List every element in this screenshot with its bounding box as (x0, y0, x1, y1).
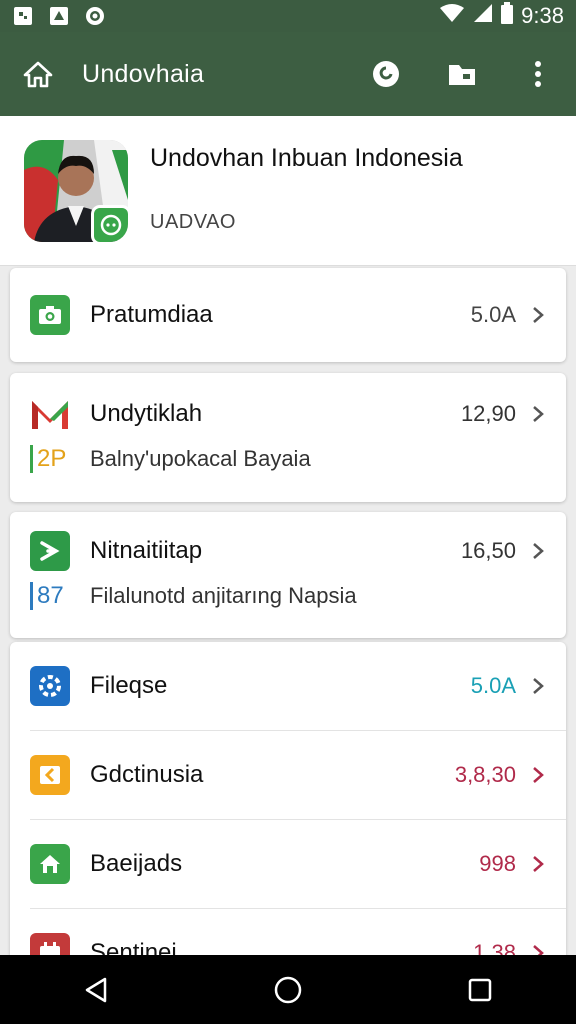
list-item[interactable]: Nitnaitiitap 16,50 (10, 512, 566, 590)
list-card: Pratumdiaa 5.0A (10, 268, 566, 362)
camera-icon (30, 295, 70, 335)
chevron-right-icon (532, 305, 546, 325)
item-value: 12,90 (460, 401, 516, 426)
upload-icon (48, 5, 70, 27)
chevron-right-icon (532, 541, 546, 561)
profile-subtitle: UADVAO (150, 211, 236, 233)
system-nav-bar (0, 955, 576, 1024)
chat-icon[interactable] (370, 58, 402, 90)
item-value: 3,8,30 (454, 762, 516, 787)
list-item-detail: 87 Filalunotd anjitarıng Napsia (10, 582, 566, 628)
app-bar: Undovhaia (0, 32, 576, 116)
chevron-right-icon (532, 404, 546, 424)
list-item[interactable]: Baeijads 998 (10, 820, 566, 908)
target-icon (84, 5, 106, 27)
chevron-right-icon (532, 765, 546, 785)
status-time: 9:38 (521, 3, 564, 28)
folder-icon[interactable] (446, 58, 478, 90)
item-description: Filalunotd anjitarıng Napsia (90, 583, 357, 608)
list-item[interactable]: Pratumdiaa 5.0A (10, 268, 566, 362)
item-description: Balny'upokacal Bayaia (90, 446, 311, 471)
avatar[interactable] (24, 140, 128, 242)
status-bar: 9:38 (0, 0, 576, 32)
item-value: 5.0A (470, 673, 516, 698)
item-label: Baeijads (90, 850, 183, 877)
list-card: Fileqse 5.0A Gdctinusia 3,8,30 Baeijads … (10, 642, 566, 973)
settings-icon (30, 666, 70, 706)
profile-header: Undovhan Inbuan Indonesia UADVAO (0, 116, 576, 266)
gmail-icon (30, 394, 70, 434)
chat-badge-icon (91, 205, 128, 242)
item-label: Fileqse (90, 672, 168, 699)
share-icon (30, 531, 70, 571)
item-label: Pratumdiaa (90, 301, 213, 328)
item-value: 5.0A (470, 302, 516, 327)
recents-icon[interactable] (456, 966, 504, 1014)
battery-icon (501, 2, 514, 30)
list-item-detail: 2P Balny'upokacal Bayaia (10, 445, 566, 491)
wifi-icon (439, 3, 465, 29)
back-icon[interactable] (72, 966, 120, 1014)
notification-icon (12, 5, 34, 27)
item-code: 87 (30, 582, 70, 610)
chevron-right-icon (532, 676, 546, 696)
home-circle-icon[interactable] (264, 966, 312, 1014)
more-options-icon[interactable] (522, 58, 554, 90)
item-label: Gdctinusia (90, 761, 204, 788)
item-code: 2P (30, 445, 70, 473)
item-label: Nitnaitiitap (90, 537, 203, 564)
list-card: Undytiklah 12,90 2P Balny'upokacal Bayai… (10, 373, 566, 502)
list-card: Nitnaitiitap 16,50 87 Filalunotd anjitar… (10, 512, 566, 638)
signal-icon (473, 3, 493, 29)
list-item[interactable]: Undytiklah 12,90 (10, 373, 566, 455)
item-value: 16,50 (460, 538, 516, 563)
profile-name: Undovhan Inbuan Indonesia (150, 144, 463, 172)
home-icon (30, 844, 70, 884)
list-item[interactable]: Gdctinusia 3,8,30 (10, 731, 566, 819)
chevron-right-icon (532, 854, 546, 874)
item-label: Undytiklah (90, 400, 203, 427)
home-icon[interactable] (22, 58, 54, 90)
item-value: 998 (479, 851, 516, 876)
app-title: Undovhaia (82, 59, 205, 88)
folder-icon (30, 755, 70, 795)
list-item[interactable]: Fileqse 5.0A (10, 642, 566, 730)
